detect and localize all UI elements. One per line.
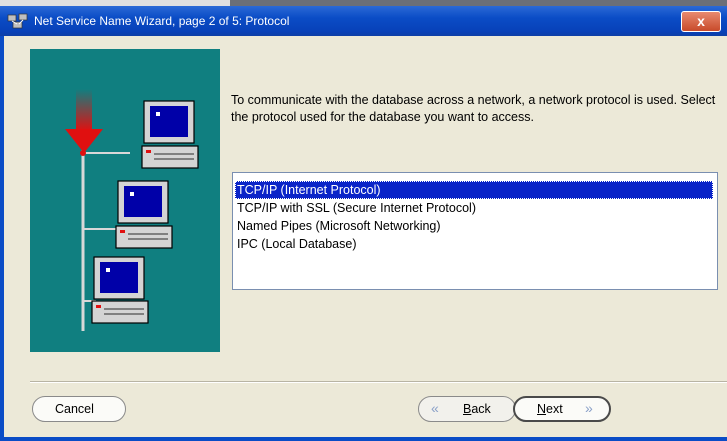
wizard-app-icon bbox=[7, 13, 28, 29]
next-button[interactable]: Next » bbox=[513, 396, 611, 422]
back-button[interactable]: « Back bbox=[418, 396, 516, 422]
protocol-item-tcpip-ssl[interactable]: TCP/IP with SSL (Secure Internet Protoco… bbox=[235, 199, 476, 217]
cancel-button[interactable]: Cancel bbox=[32, 396, 126, 422]
back-label: Back bbox=[463, 402, 491, 416]
window-title: Net Service Name Wizard, page 2 of 5: Pr… bbox=[34, 14, 290, 28]
protocol-item-tcpip[interactable]: TCP/IP (Internet Protocol) bbox=[235, 181, 713, 199]
close-icon: x bbox=[697, 13, 705, 29]
window-frame-left bbox=[0, 36, 4, 441]
next-label: Next bbox=[537, 402, 563, 416]
cancel-label: Cancel bbox=[55, 402, 94, 416]
title-bar[interactable]: Net Service Name Wizard, page 2 of 5: Pr… bbox=[0, 6, 727, 36]
protocol-item-named-pipes[interactable]: Named Pipes (Microsoft Networking) bbox=[235, 217, 441, 235]
protocol-list[interactable]: TCP/IP (Internet Protocol) TCP/IP with S… bbox=[232, 172, 718, 290]
next-arrow-icon: » bbox=[585, 400, 593, 416]
back-arrow-icon: « bbox=[431, 400, 439, 416]
window-frame-bottom bbox=[0, 437, 727, 441]
close-button[interactable]: x bbox=[681, 11, 721, 32]
button-separator bbox=[30, 381, 727, 383]
protocol-description: To communicate with the database across … bbox=[231, 93, 716, 124]
protocol-item-ipc[interactable]: IPC (Local Database) bbox=[235, 235, 357, 253]
network-illustration bbox=[30, 49, 220, 352]
